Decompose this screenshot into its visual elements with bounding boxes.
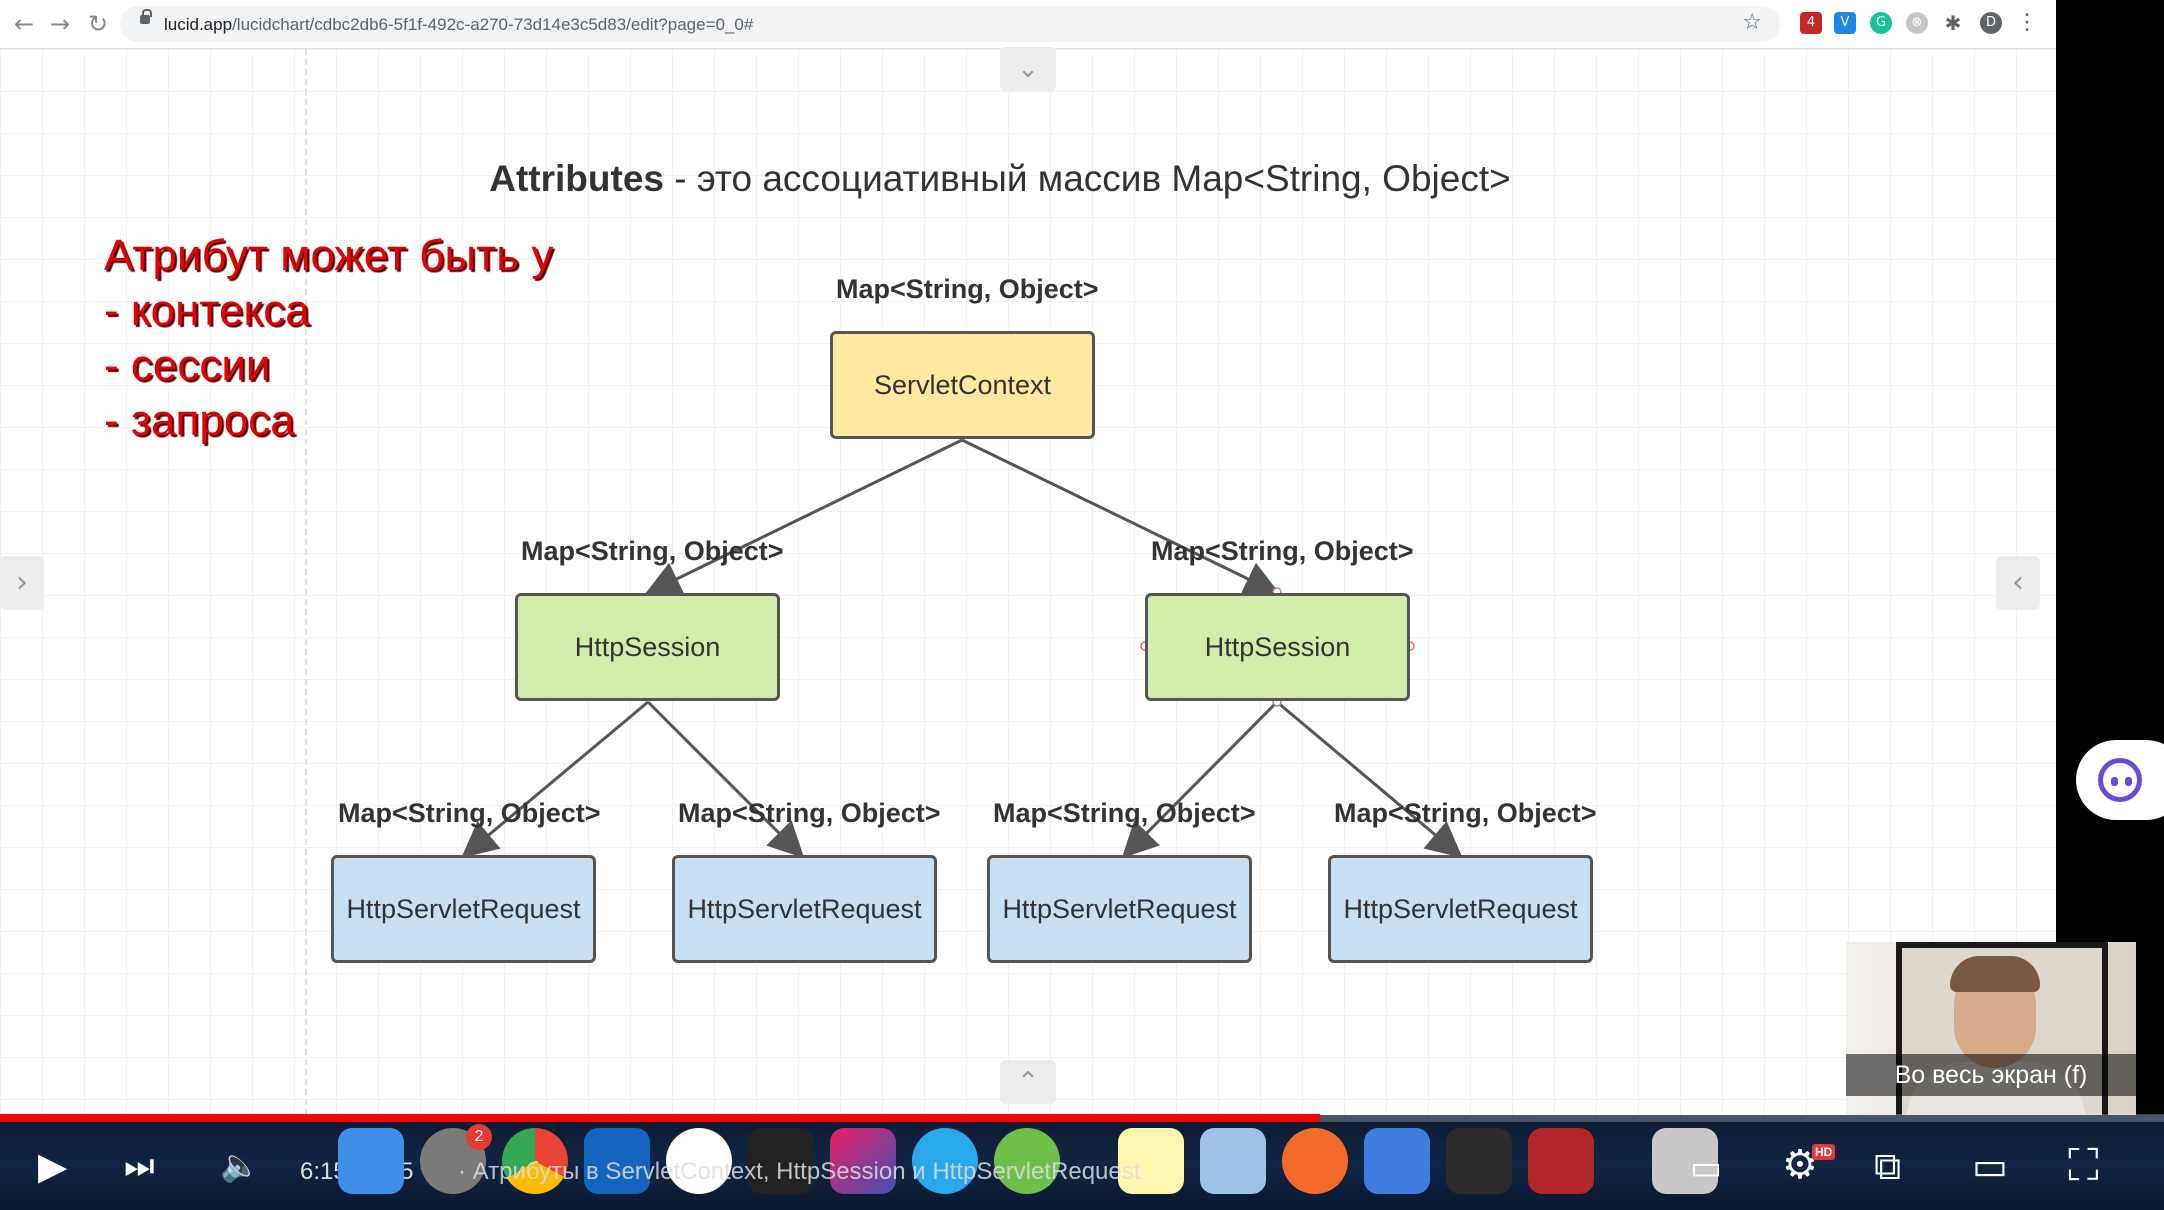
node-label: HttpServletRequest (687, 893, 922, 924)
http-servlet-request-node-3[interactable]: HttpServletRequest (987, 855, 1252, 963)
connector-session-request-4 (1276, 700, 1463, 858)
fullscreen-tooltip: Во весь экран (f) (1846, 1054, 2136, 1096)
webcam-person-hair (1950, 956, 2040, 992)
screen: ← → ↻ lucid.app/lucidchart/cdbc2db6-5f1f… (0, 0, 2164, 1210)
notification-badge: 2 (466, 1124, 492, 1150)
theater-mode-icon[interactable]: ▭ (1972, 1144, 2008, 1188)
map-label-request-2: Map<String, Object> (678, 798, 941, 828)
node-label: HttpSession (574, 631, 721, 662)
map-label-request-1: Map<String, Object> (338, 798, 601, 828)
assistant-bubble[interactable] (2076, 740, 2164, 820)
node-label: HttpSession (1204, 631, 1351, 662)
map-label-root: Map<String, Object> (836, 274, 1099, 304)
video-title: · Атрибуты в ServletContext, HttpSession… (458, 1158, 1141, 1185)
finder-icon[interactable] (338, 1128, 404, 1194)
servlet-context-node[interactable]: ServletContext (830, 331, 1095, 439)
pen-app-icon[interactable] (1282, 1128, 1348, 1194)
webcam-overlay[interactable]: Во весь экран (f) (1846, 942, 2136, 1134)
miniplayer-icon[interactable]: ⧉ (1874, 1144, 1901, 1189)
map-label-request-4: Map<String, Object> (1334, 798, 1597, 828)
subtitles-icon[interactable]: ▭ (1690, 1148, 1722, 1188)
http-session-node-right[interactable]: HttpSession (1145, 593, 1410, 701)
map-label-session-right: Map<String, Object> (1151, 536, 1414, 566)
http-session-node-left[interactable]: HttpSession (515, 593, 780, 701)
hd-badge: HD (1812, 1144, 1836, 1160)
play-icon[interactable]: ▶ (38, 1144, 67, 1188)
progress-bar-played (0, 1114, 1320, 1122)
http-servlet-request-node-2[interactable]: HttpServletRequest (672, 855, 937, 963)
connector-session-request-3 (1121, 700, 1279, 859)
node-label: HttpServletRequest (1343, 893, 1578, 924)
http-servlet-request-node-1[interactable]: HttpServletRequest (331, 855, 596, 963)
fullscreen-icon[interactable]: ⛶ (2068, 1140, 2099, 1191)
connector-session-request-2 (646, 700, 805, 859)
next-video-icon[interactable]: ⏭ (124, 1146, 155, 1186)
http-servlet-request-node-4[interactable]: HttpServletRequest (1328, 855, 1593, 963)
node-label: ServletContext (873, 369, 1052, 400)
node-label: HttpServletRequest (1002, 893, 1237, 924)
map-label-session-left: Map<String, Object> (521, 536, 784, 566)
photo-booth-icon[interactable] (1528, 1128, 1594, 1194)
volume-icon[interactable]: 🔈 (220, 1146, 260, 1184)
map-label-request-3: Map<String, Object> (993, 798, 1256, 828)
bot-face-icon (2098, 758, 2142, 802)
connector-root-session-left (644, 438, 963, 596)
preview-icon[interactable] (1200, 1128, 1266, 1194)
node-label: HttpServletRequest (346, 893, 581, 924)
database-app-icon[interactable] (1364, 1128, 1430, 1194)
connector-session-request-1 (461, 700, 649, 858)
audio-app-icon[interactable] (1446, 1128, 1512, 1194)
connector-root-session-right (961, 438, 1281, 596)
